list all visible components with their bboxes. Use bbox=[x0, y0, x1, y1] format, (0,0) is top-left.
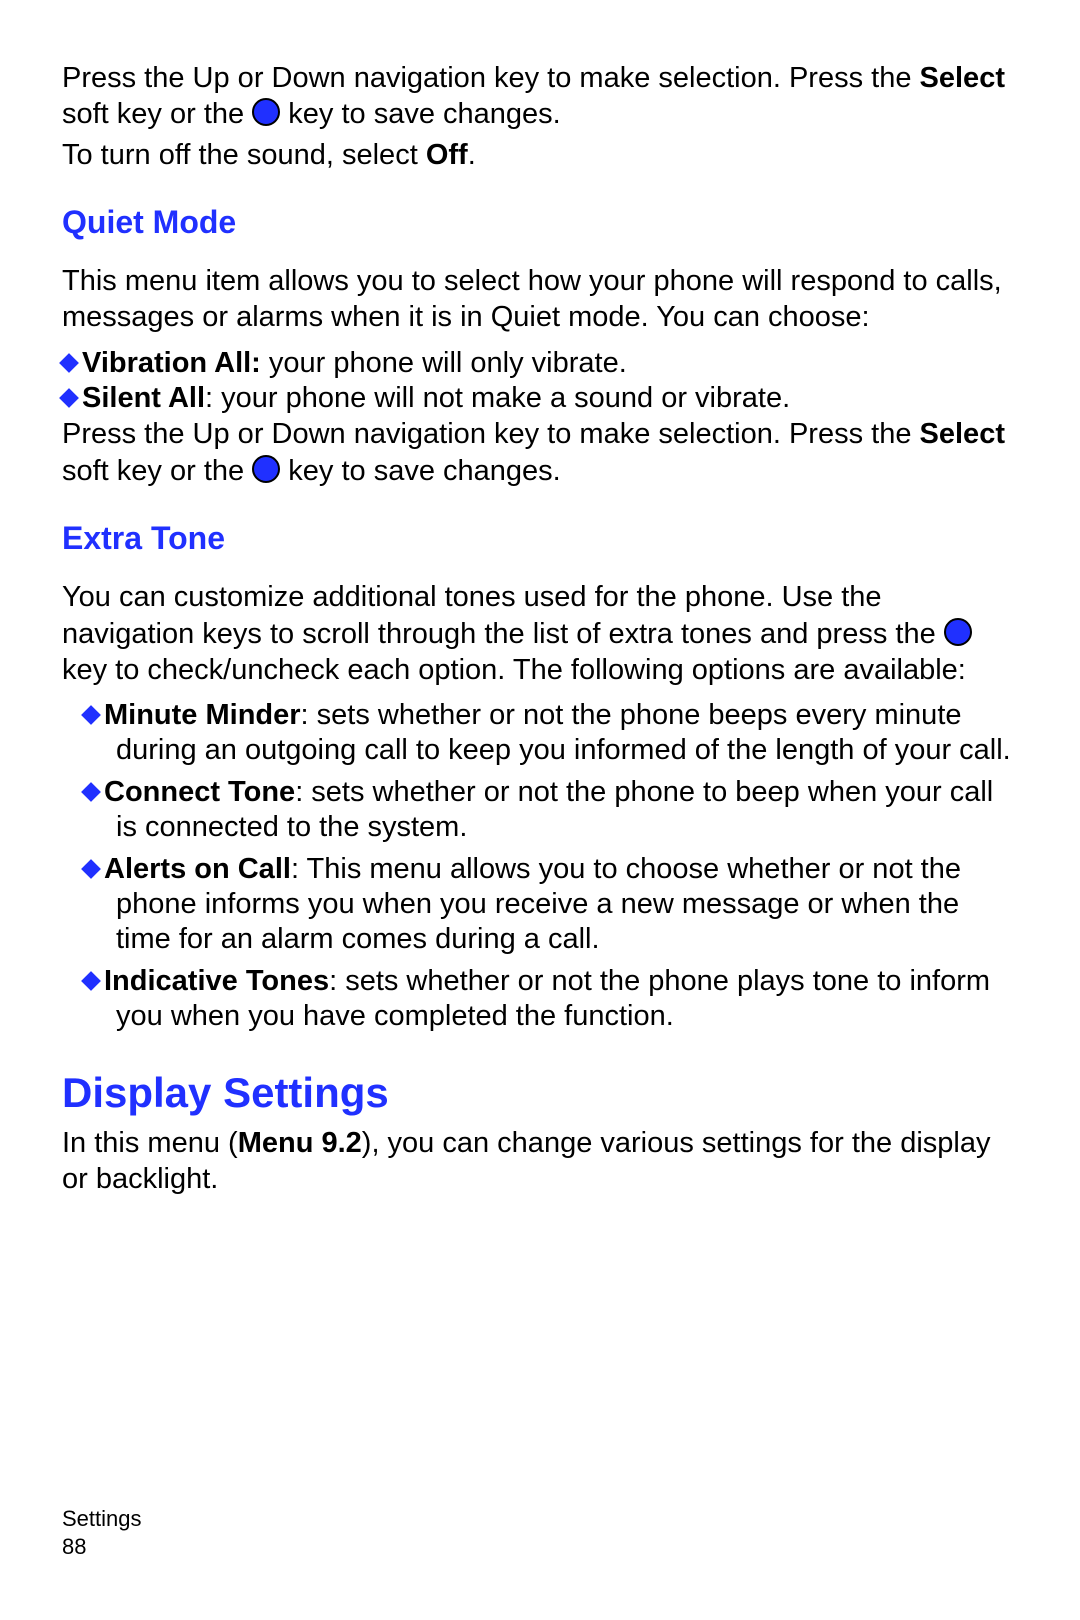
intro-paragraph-2: To turn off the sound, select Off. bbox=[62, 137, 1018, 173]
bullet-label: Indicative Tones bbox=[104, 965, 329, 997]
diamond-bullet-icon bbox=[81, 971, 101, 991]
manual-page: Press the Up or Down navigation key to m… bbox=[0, 0, 1080, 1620]
extra-tone-bullets: Minute Minder: sets whether or not the p… bbox=[62, 698, 1018, 1034]
text: . bbox=[468, 139, 476, 171]
diamond-bullet-icon bbox=[81, 859, 101, 879]
select-label: Select bbox=[920, 62, 1005, 94]
text: Press the Up or Down navigation key to m… bbox=[62, 62, 920, 94]
bullet-label: Silent All bbox=[82, 382, 205, 414]
text: You can customize additional tones used … bbox=[62, 581, 944, 649]
bullet-text: your phone will only vibrate. bbox=[261, 347, 627, 379]
diamond-bullet-icon bbox=[81, 705, 101, 725]
ok-key-icon bbox=[252, 455, 280, 483]
quiet-mode-heading: Quiet Mode bbox=[62, 203, 1018, 241]
list-item: Minute Minder: sets whether or not the p… bbox=[62, 698, 1018, 769]
footer-page-number: 88 bbox=[62, 1533, 142, 1561]
select-label: Select bbox=[920, 418, 1005, 450]
ok-key-icon bbox=[944, 618, 972, 646]
text: In this menu ( bbox=[62, 1127, 238, 1159]
page-footer: Settings 88 bbox=[62, 1505, 142, 1560]
quiet-mode-bullets: Vibration All: your phone will only vibr… bbox=[62, 346, 1018, 417]
text: Press the Up or Down navigation key to m… bbox=[62, 418, 920, 450]
display-settings-paragraph: In this menu (Menu 9.2), you can change … bbox=[62, 1125, 1018, 1198]
menu-label: Menu 9.2 bbox=[238, 1127, 362, 1159]
text: key to save changes. bbox=[280, 98, 561, 130]
list-item: Silent All: your phone will not make a s… bbox=[62, 381, 1018, 416]
text: To turn off the sound, select bbox=[62, 139, 426, 171]
extra-tone-paragraph: You can customize additional tones used … bbox=[62, 579, 1018, 688]
footer-section: Settings bbox=[62, 1505, 142, 1533]
diamond-bullet-icon bbox=[59, 353, 79, 373]
bullet-text: : your phone will not make a sound or vi… bbox=[205, 382, 790, 414]
text: key to check/uncheck each option. The fo… bbox=[62, 654, 966, 686]
list-item: Connect Tone: sets whether or not the ph… bbox=[62, 775, 1018, 846]
text: soft key or the bbox=[62, 455, 252, 487]
off-label: Off bbox=[426, 139, 468, 171]
text: soft key or the bbox=[62, 98, 252, 130]
bullet-label: Connect Tone bbox=[104, 776, 295, 808]
list-item: Alerts on Call: This menu allows you to … bbox=[62, 852, 1018, 958]
intro-paragraph-1: Press the Up or Down navigation key to m… bbox=[62, 60, 1018, 133]
bullet-label: Alerts on Call bbox=[104, 853, 291, 885]
diamond-bullet-icon bbox=[59, 388, 79, 408]
quiet-mode-paragraph: This menu item allows you to select how … bbox=[62, 263, 1018, 336]
diamond-bullet-icon bbox=[81, 782, 101, 802]
ok-key-icon bbox=[252, 98, 280, 126]
quiet-mode-paragraph-2: Press the Up or Down navigation key to m… bbox=[62, 416, 1018, 489]
text: key to save changes. bbox=[280, 455, 561, 487]
list-item: Vibration All: your phone will only vibr… bbox=[62, 346, 1018, 381]
bullet-label: Vibration All: bbox=[82, 347, 261, 379]
display-settings-heading: Display Settings bbox=[62, 1068, 1018, 1118]
bullet-label: Minute Minder bbox=[104, 699, 301, 731]
list-item: Indicative Tones: sets whether or not th… bbox=[62, 964, 1018, 1035]
extra-tone-heading: Extra Tone bbox=[62, 519, 1018, 557]
